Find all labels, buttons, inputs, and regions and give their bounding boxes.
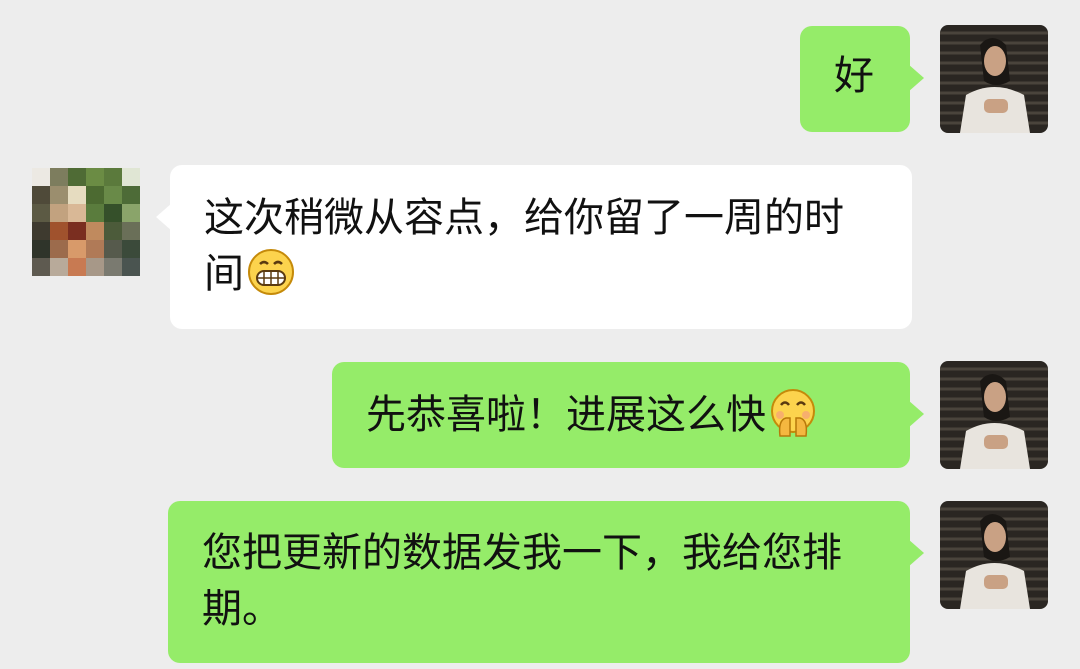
bubble-tail (156, 203, 172, 231)
contact-avatar[interactable] (32, 168, 140, 276)
self-avatar[interactable] (940, 361, 1048, 469)
message-text: 先恭喜啦！进展这么快 (366, 392, 766, 438)
message-bubble-outgoing[interactable]: 好 (800, 26, 924, 132)
message-text: 这次稍微从容点，给你留了一周的时间 (204, 195, 844, 297)
message-bubble-outgoing[interactable]: 您把更新的数据发我一下，我给您排期。 (168, 501, 924, 663)
bubble-tail (908, 539, 924, 567)
face-with-hand-over-mouth-icon (768, 388, 818, 438)
message-bubble-outgoing[interactable]: 先恭喜啦！进展这么快 (332, 362, 924, 468)
self-avatar[interactable] (940, 501, 1048, 609)
bubble-tail (908, 64, 924, 92)
grinning-face-icon (246, 247, 296, 297)
self-avatar[interactable] (940, 25, 1048, 133)
message-text: 您把更新的数据发我一下，我给您排期。 (202, 530, 842, 632)
bubble-tail (908, 400, 924, 428)
message-bubble-incoming[interactable]: 这次稍微从容点，给你留了一周的时间 (156, 165, 912, 329)
message-text: 好 (834, 53, 874, 99)
